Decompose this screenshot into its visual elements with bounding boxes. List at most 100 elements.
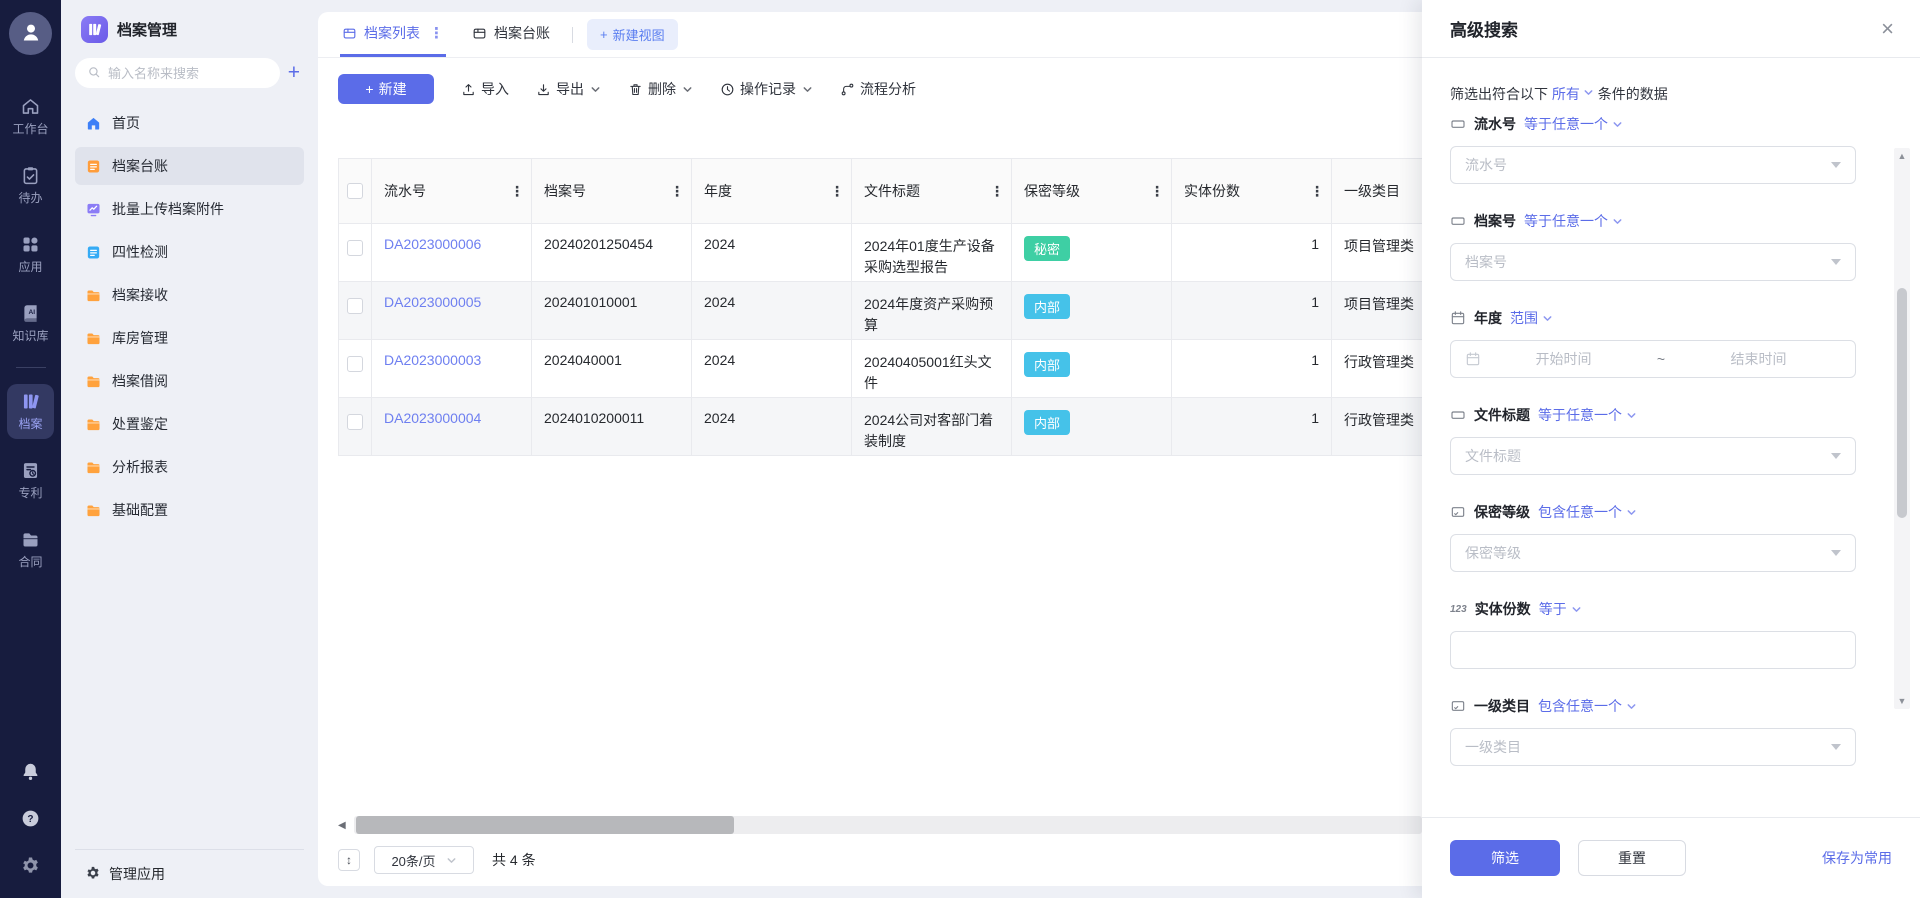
sidebar-item-ledger-1[interactable]: 档案台账 — [75, 147, 304, 185]
scroll-down-arrow-icon[interactable]: ▼ — [1898, 693, 1907, 709]
field-operator-select[interactable]: 等于任意一个 — [1524, 114, 1623, 134]
condition-operator-select[interactable]: 所有 — [1552, 86, 1594, 102]
new-view-button[interactable]: + 新建视图 — [587, 19, 678, 50]
sidebar-item-folder-9[interactable]: 基础配置 — [75, 491, 304, 529]
workbench-icon — [20, 96, 41, 117]
field-select-input[interactable]: 保密等级 — [1450, 534, 1856, 572]
reset-button[interactable]: 重置 — [1578, 840, 1686, 876]
manage-apps-button[interactable]: 管理应用 — [75, 849, 304, 898]
sidebar-item-label: 分析报表 — [112, 457, 168, 477]
archive-link[interactable]: DA2023000004 — [384, 410, 481, 426]
save-as-common-link[interactable]: 保存为常用 — [1822, 848, 1892, 868]
sidebar-item-upload-chart-2[interactable]: 批量上传档案附件 — [75, 190, 304, 228]
rail-bottom: ? — [20, 761, 41, 898]
field-operator-select[interactable]: 等于 — [1539, 599, 1582, 619]
sidebar-search-input[interactable] — [108, 66, 268, 81]
rail-item-todo[interactable]: 待办 — [7, 158, 54, 213]
cell-level: 内部 — [1012, 282, 1172, 340]
scroll-up-arrow-icon[interactable]: ▲ — [1898, 148, 1907, 164]
field-operator-select[interactable]: 等于任意一个 — [1524, 211, 1623, 231]
help-icon[interactable]: ? — [20, 808, 41, 829]
column-menu-dots-icon[interactable]: ⋮ — [830, 183, 843, 200]
rail-item-contract[interactable]: 合同 — [7, 522, 54, 577]
panel-footer: 筛选 重置 保存为常用 — [1422, 817, 1920, 898]
archive-link[interactable]: DA2023000006 — [384, 236, 481, 252]
scroll-left-arrow-icon[interactable]: ◀ — [338, 820, 354, 831]
field-select-icon — [1450, 504, 1466, 520]
new-record-button[interactable]: + 新建 — [338, 74, 434, 104]
end-date-input[interactable]: 结束时间 — [1676, 349, 1841, 369]
panel-scroll-thumb[interactable] — [1897, 288, 1907, 518]
field-select-input[interactable]: 文件标题 — [1450, 437, 1856, 475]
table-body: DA20230000062024020125045420242024年01度生产… — [338, 224, 1422, 456]
column-menu-dots-icon[interactable]: ⋮ — [990, 183, 1003, 200]
hscroll-track[interactable] — [354, 816, 1422, 834]
flow-analysis-button[interactable]: 流程分析 — [840, 79, 916, 99]
sidebar-item-folder-5[interactable]: 库房管理 — [75, 319, 304, 357]
sidebar-item-folder-8[interactable]: 分析报表 — [75, 448, 304, 486]
delete-button[interactable]: 删除 — [628, 79, 693, 99]
row-checkbox[interactable] — [347, 298, 363, 314]
archive-link[interactable]: DA2023000003 — [384, 352, 481, 368]
sidebar-item-folder-7[interactable]: 处置鉴定 — [75, 405, 304, 443]
column-menu-dots-icon[interactable]: ⋮ — [670, 183, 683, 200]
row-checkbox[interactable] — [347, 414, 363, 430]
rail-item-knowledge[interactable]: AI知识库 — [7, 296, 54, 351]
panel-body: 筛选出符合以下 所有 条件的数据 流水号等于任意一个流水号档案号等于任意一个档案… — [1422, 58, 1920, 817]
history-button[interactable]: 操作记录 — [720, 79, 813, 99]
row-checkbox[interactable] — [347, 240, 363, 256]
field-label: 流水号 — [1474, 114, 1516, 134]
export-button[interactable]: 导出 — [536, 79, 601, 99]
rail-item-archive[interactable]: 档案 — [7, 384, 54, 439]
header-cell: 档案号⋮ — [532, 158, 692, 224]
field-operator-select[interactable]: 等于任意一个 — [1538, 405, 1637, 425]
gear-icon[interactable] — [20, 855, 41, 876]
sidebar-item-folder-6[interactable]: 档案借阅 — [75, 362, 304, 400]
column-menu-dots-icon[interactable]: ⋮ — [1310, 183, 1323, 200]
bell-icon[interactable] — [20, 761, 41, 782]
tab-archive-list[interactable]: 档案列表 ⋮ — [340, 12, 446, 57]
tab-archive-ledger[interactable]: 档案台账 — [470, 12, 552, 57]
close-icon[interactable]: × — [1881, 18, 1894, 40]
select-caret-icon — [1831, 744, 1841, 750]
rail-item-apps[interactable]: 应用 — [7, 227, 54, 282]
hscroll-thumb[interactable] — [356, 816, 734, 834]
field-daterange-input[interactable]: 开始时间~结束时间 — [1450, 340, 1856, 378]
sidebar-search[interactable] — [75, 58, 280, 88]
rail-item-patent[interactable]: 专利 — [7, 453, 54, 508]
archive-link[interactable]: DA2023000005 — [384, 294, 481, 310]
field-number-input[interactable] — [1450, 631, 1856, 669]
field-operator-select[interactable]: 包含任意一个 — [1538, 502, 1637, 522]
rail-item-workbench[interactable]: 工作台 — [7, 89, 54, 144]
cell-copies: 1 — [1172, 398, 1332, 456]
column-menu-dots-icon[interactable]: ⋮ — [1150, 183, 1163, 200]
import-button[interactable]: 导入 — [461, 79, 509, 99]
rail-item-label: 应用 — [18, 258, 42, 275]
field-select-input[interactable]: 档案号 — [1450, 243, 1856, 281]
row-height-icon[interactable]: ↕ — [338, 849, 360, 871]
select-all-checkbox[interactable] — [347, 183, 363, 199]
tab-menu-dots-icon[interactable]: ⋮ — [429, 24, 444, 42]
field-select-input[interactable]: 一级类目 — [1450, 728, 1856, 766]
row-checkbox[interactable] — [347, 356, 363, 372]
sidebar-add-button[interactable]: + — [288, 62, 304, 85]
user-avatar[interactable] — [9, 12, 52, 55]
view-grid-icon — [472, 26, 487, 41]
filter-button[interactable]: 筛选 — [1450, 840, 1560, 876]
sidebar-item-home-0[interactable]: 首页 — [75, 104, 304, 142]
chevron-down-icon — [802, 84, 813, 95]
panel-scrollbar[interactable]: ▲ ▼ — [1894, 148, 1910, 709]
field-operator-select[interactable]: 包含任意一个 — [1538, 696, 1637, 716]
cell-category: 项目管理类 — [1332, 282, 1422, 340]
number-input[interactable] — [1465, 642, 1841, 658]
start-date-input[interactable]: 开始时间 — [1481, 349, 1646, 369]
field-operator-select[interactable]: 范围 — [1510, 308, 1553, 328]
sidebar-item-folder-4[interactable]: 档案接收 — [75, 276, 304, 314]
page-size-select[interactable]: 20条/页 — [374, 846, 474, 874]
column-menu-dots-icon[interactable]: ⋮ — [510, 183, 523, 200]
tab-separator — [572, 27, 573, 43]
placeholder: 档案号 — [1465, 252, 1507, 272]
field-select-input[interactable]: 流水号 — [1450, 146, 1856, 184]
select-caret-icon — [1831, 453, 1841, 459]
sidebar-item-doc-3[interactable]: 四性检测 — [75, 233, 304, 271]
